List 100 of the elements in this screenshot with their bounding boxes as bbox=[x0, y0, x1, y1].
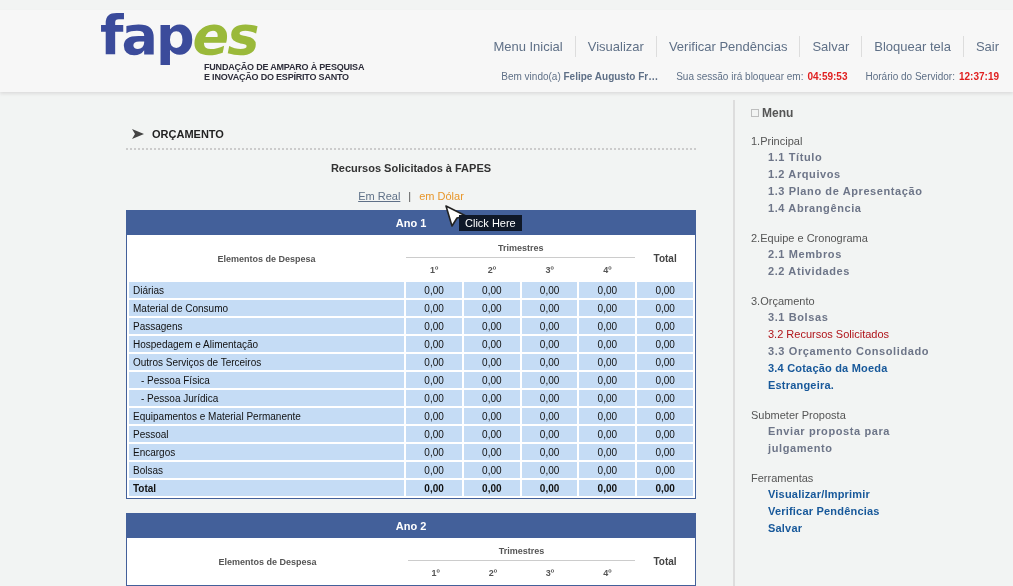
table-cell: Total bbox=[129, 480, 405, 496]
table-cell: 0,00 bbox=[521, 462, 578, 478]
table-cell: 0,00 bbox=[579, 462, 636, 478]
nav-link[interactable]: Menu Inicial bbox=[481, 36, 575, 57]
menu-item[interactable]: 3.1 Bolsas bbox=[751, 309, 951, 326]
menu-item[interactable]: Salvar bbox=[751, 520, 951, 537]
table-cell: 0,00 bbox=[463, 372, 520, 388]
table-cell: 0,00 bbox=[637, 444, 693, 460]
table-cell: 0,00 bbox=[637, 318, 693, 334]
table-cell: Outros Serviços de Terceiros bbox=[129, 354, 405, 370]
welcome-text: Bem vindo(a) Felipe Augusto Fr… bbox=[501, 71, 659, 82]
column-header: 4º bbox=[602, 264, 613, 277]
menu-item[interactable]: Enviar proposta para julgamento bbox=[751, 423, 951, 457]
column-header: 4º bbox=[602, 567, 613, 580]
table-cell: Diárias bbox=[129, 282, 405, 298]
table-cell: 0,00 bbox=[406, 390, 462, 406]
menu-item[interactable]: 2.1 Membros bbox=[751, 246, 951, 263]
table-cell: 0,00 bbox=[579, 390, 636, 406]
table-cell: 0,00 bbox=[463, 408, 520, 424]
table-cell: 0,00 bbox=[406, 282, 462, 298]
column-header: Trimestres bbox=[406, 237, 636, 258]
table-cell: 0,00 bbox=[463, 462, 520, 478]
nav-link[interactable]: Bloquear tela bbox=[861, 36, 963, 57]
table-cell: 0,00 bbox=[521, 318, 578, 334]
table-cell: Pessoal bbox=[129, 426, 405, 442]
table-cell: 0,00 bbox=[406, 426, 462, 442]
tooltip: Click Here bbox=[459, 215, 522, 231]
menu-item[interactable]: 3.3 Orçamento Consolidado bbox=[751, 343, 951, 360]
logo-tagline: FUNDAÇÃO DE AMPARO À PESQUISA bbox=[204, 62, 365, 72]
table-cell: 0,00 bbox=[463, 354, 520, 370]
table-cell: 0,00 bbox=[637, 390, 693, 406]
server-time: 12:37:19 bbox=[958, 71, 999, 82]
table-cell: 0,00 bbox=[637, 408, 693, 424]
table-cell: 0,00 bbox=[406, 354, 462, 370]
session-timer: 04:59:53 bbox=[807, 71, 848, 82]
menu-heading: Submeter Proposta bbox=[751, 409, 847, 421]
column-header: 3º bbox=[544, 567, 556, 580]
table-cell: 0,00 bbox=[406, 462, 462, 478]
table-cell: Hospedagem e Alimentação bbox=[129, 336, 405, 352]
table-cell: 0,00 bbox=[637, 354, 693, 370]
menu-item[interactable]: 3.4 Cotação da Moeda Estrangeira. bbox=[751, 360, 951, 394]
table-cell: 0,00 bbox=[463, 426, 520, 442]
column-header: 1º bbox=[428, 264, 440, 277]
menu-item[interactable]: Verificar Pendências bbox=[751, 503, 951, 520]
menu-item[interactable]: 1.4 Abrangência bbox=[751, 200, 951, 217]
table-cell: 0,00 bbox=[579, 282, 636, 298]
table-title: Ano 2 bbox=[127, 514, 695, 538]
table-cell: 0,00 bbox=[521, 300, 578, 316]
table-cell: Passagens bbox=[129, 318, 405, 334]
menu-item[interactable]: 1.2 Arquivos bbox=[751, 166, 951, 183]
table-cell: 0,00 bbox=[406, 300, 462, 316]
nav-link[interactable]: Salvar bbox=[799, 36, 862, 57]
column-header: 2º bbox=[486, 264, 497, 277]
logo-tagline: E INOVAÇÃO DO ESPÍRITO SANTO bbox=[204, 72, 350, 82]
menu-heading: 3.Orçamento bbox=[751, 295, 816, 307]
table-cell: 0,00 bbox=[521, 336, 578, 352]
table-cell: 0,00 bbox=[521, 426, 578, 442]
menu-item[interactable]: Visualizar/Imprimir bbox=[751, 486, 951, 503]
menu-item[interactable]: 2.2 Atividades bbox=[751, 263, 951, 280]
column-header: Elementos de Despesa bbox=[217, 555, 318, 569]
arrow-icon bbox=[132, 129, 144, 139]
table-cell: 0,00 bbox=[579, 480, 636, 496]
menu-item[interactable]: 1.1 Título bbox=[751, 149, 951, 166]
nav-link[interactable]: Sair bbox=[962, 36, 999, 57]
table-cell: 0,00 bbox=[579, 300, 636, 316]
table-cell: 0,00 bbox=[521, 282, 578, 298]
table-cell: 0,00 bbox=[406, 318, 462, 334]
section-title: ORÇAMENTO bbox=[152, 128, 224, 140]
page-title: Recursos Solicitados à FAPES bbox=[329, 162, 493, 174]
table-cell: 0,00 bbox=[637, 282, 693, 298]
table-cell: 0,00 bbox=[463, 318, 520, 334]
table-cell: 0,00 bbox=[637, 336, 693, 352]
table-cell: 0,00 bbox=[463, 444, 520, 460]
table-cell: 0,00 bbox=[579, 318, 636, 334]
table-cell: 0,00 bbox=[521, 354, 578, 370]
table-cell: 0,00 bbox=[637, 480, 693, 496]
table-cell: 0,00 bbox=[406, 480, 462, 496]
table-cell: 0,00 bbox=[406, 336, 462, 352]
menu-item[interactable]: 1.3 Plano de Apresentação bbox=[751, 183, 951, 200]
table-cell: Encargos bbox=[129, 444, 405, 460]
server-time-label: Horário do Servidor: bbox=[865, 71, 955, 82]
column-header: 1º bbox=[430, 567, 441, 580]
menu-heading: 1.Principal bbox=[751, 135, 804, 147]
table-cell: 0,00 bbox=[463, 336, 520, 352]
table-cell: 0,00 bbox=[637, 426, 693, 442]
table-cell: Bolsas bbox=[129, 462, 405, 478]
currency-link[interactable]: Em Real bbox=[358, 190, 401, 210]
table-cell: 0,00 bbox=[463, 390, 520, 406]
table-cell: Material de Consumo bbox=[129, 300, 405, 316]
table-cell: - Pessoa Jurídica bbox=[129, 390, 405, 406]
table-cell: 0,00 bbox=[521, 444, 578, 460]
menu-item[interactable]: 3.2 Recursos Solicitados bbox=[751, 326, 951, 343]
column-header: Total bbox=[652, 555, 678, 569]
column-header: Trimestres bbox=[408, 540, 635, 561]
nav-link[interactable]: Visualizar bbox=[574, 36, 656, 57]
nav-link[interactable]: Verificar Pendências bbox=[655, 36, 800, 57]
table-cell: 0,00 bbox=[406, 372, 462, 388]
table-cell: 0,00 bbox=[521, 372, 578, 388]
table-cell: 0,00 bbox=[579, 372, 636, 388]
table-cell: 0,00 bbox=[521, 480, 578, 496]
